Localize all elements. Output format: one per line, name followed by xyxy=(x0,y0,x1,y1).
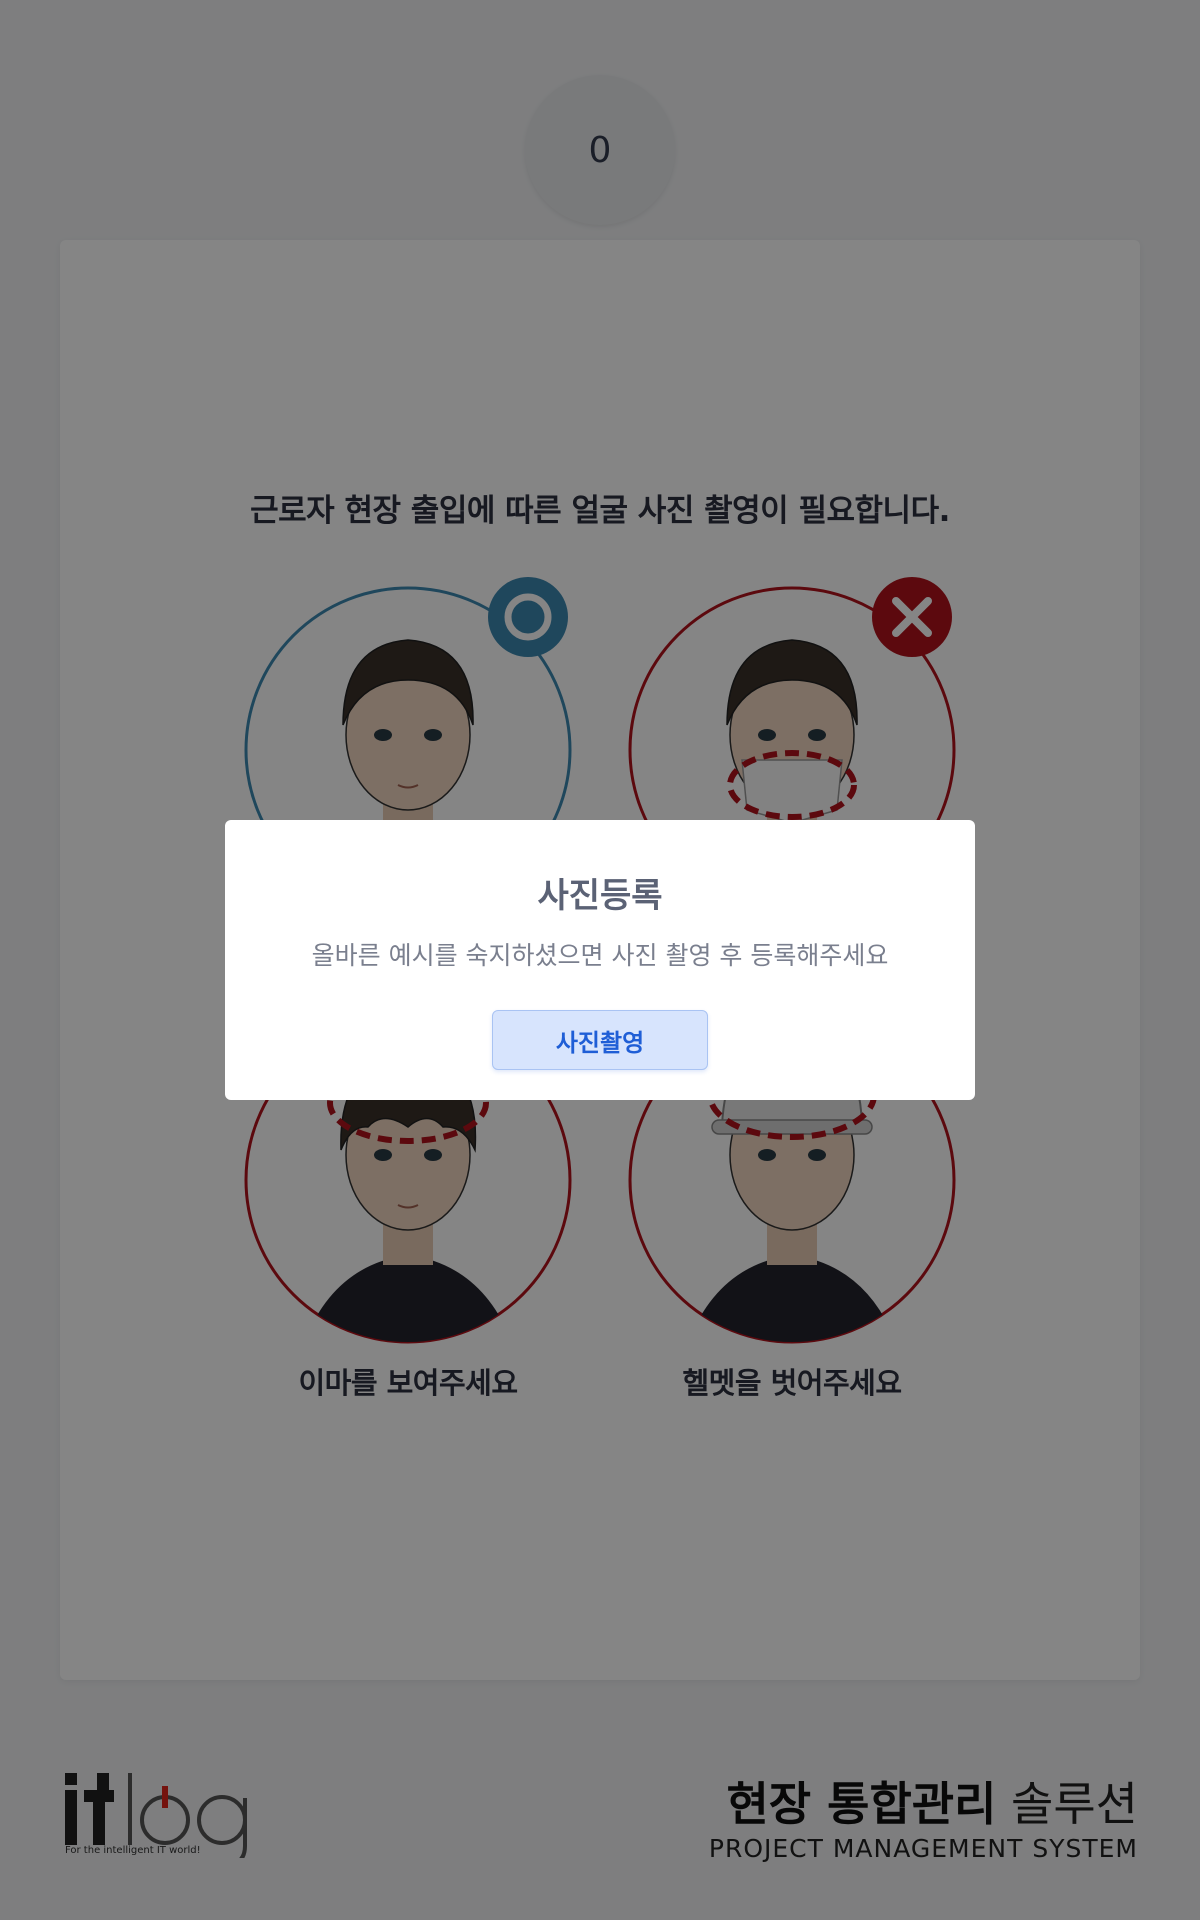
dialog-title: 사진등록 xyxy=(537,876,663,916)
photo-register-dialog: 사진등록 올바른 예시를 숙지하셨으면 사진 촬영 후 등록해주세요 사진촬영 xyxy=(225,820,975,1100)
dialog-message: 올바른 예시를 숙지하셨으면 사진 촬영 후 등록해주세요 xyxy=(311,941,889,970)
take-photo-button[interactable]: 사진촬영 xyxy=(492,1010,708,1070)
